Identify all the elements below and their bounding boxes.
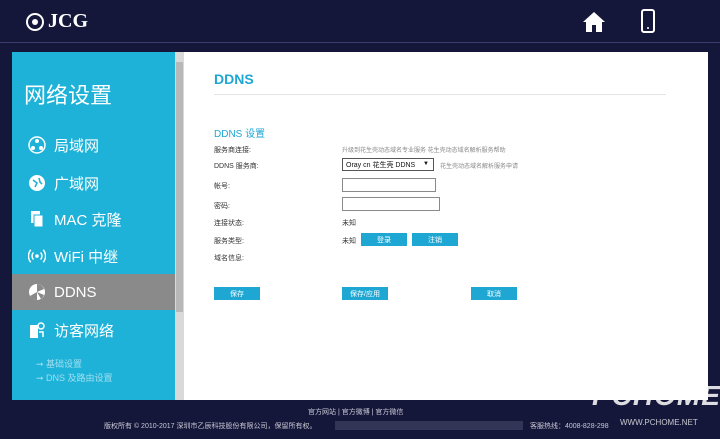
sidebar-item-guest-network[interactable]: 访客网络 — [12, 312, 175, 348]
jcg-logo-icon — [26, 12, 44, 31]
mac-clone-icon — [28, 210, 46, 228]
sidebar-item-label: 广域网 — [54, 175, 100, 193]
sidebar-item-label: 局域网 — [54, 137, 100, 155]
sidebar-subitem[interactable]: ➞ DNS 及路由设置 — [36, 371, 113, 384]
save-button[interactable]: 保存 — [214, 287, 260, 300]
provider-select[interactable]: Oray cn 花生壳 DDNS ▼ — [342, 158, 434, 171]
phone-icon[interactable] — [641, 9, 655, 33]
section-title: DDNS 设置 — [214, 129, 266, 140]
sidebar-scrollbar[interactable] — [175, 52, 184, 400]
dropdown-arrow-icon: ▼ — [423, 161, 429, 167]
title-divider — [214, 94, 666, 95]
home-icon[interactable] — [582, 11, 606, 33]
sidebar-item-label: MAC 克隆 — [54, 211, 122, 229]
guest-network-icon — [28, 321, 46, 339]
service-type-label: 服务类型: — [214, 238, 244, 245]
pchome-watermark: PCHOME — [592, 380, 720, 411]
lan-icon — [28, 136, 46, 154]
sidebar-item-mac-clone[interactable]: MAC 克隆 — [12, 201, 175, 237]
sidebar-item-label: 访客网络 — [54, 322, 115, 340]
cancel-button[interactable]: 取消 — [471, 287, 517, 300]
logout-button[interactable]: 注销 — [412, 233, 458, 246]
sidebar: 网络设置 局域网 广域网 MAC 克隆 WiFi 中继 DDNS 访客网络 ➞ … — [12, 52, 175, 400]
footer-copyright: 版权所有 © 2010-2017 深圳市乙辰科技股份有限公司，保留所有权。 — [104, 423, 317, 430]
provider-link-text[interactable]: 升级到花生壳动态域名专业服务 花生壳动态域名解析服务帮助 — [342, 145, 506, 154]
sidebar-item-lan[interactable]: 局域网 — [12, 127, 175, 163]
service-type-value: 未知 — [342, 238, 356, 245]
ddns-icon — [28, 283, 46, 301]
wan-icon — [28, 174, 46, 192]
pchome-watermark-url: WWW.PCHOME.NET — [620, 418, 698, 427]
status-value: 未知 — [342, 220, 356, 227]
brand-name: JCG — [48, 10, 88, 32]
status-label: 连接状态: — [214, 220, 244, 227]
arrow-right-icon: ➞ — [36, 373, 47, 383]
page-title: DDNS — [214, 71, 254, 87]
sidebar-subitem[interactable]: ➞ 基础设置 — [36, 357, 82, 370]
save-apply-button[interactable]: 保存/应用 — [342, 287, 388, 300]
arrow-right-icon: ➞ — [36, 359, 47, 369]
footer-links[interactable]: 官方网站 | 官方微博 | 官方微信 — [308, 407, 403, 417]
sidebar-item-ddns[interactable]: DDNS — [12, 274, 175, 310]
top-header: JCG — [0, 0, 720, 43]
sidebar-title: 网络设置 — [24, 83, 113, 108]
wifi-relay-icon — [28, 247, 46, 265]
provider-label: DDNS 服务商: — [214, 163, 259, 170]
footer-hotline: 客服热线：4008-828-298 — [530, 423, 609, 430]
sidebar-item-label: DDNS — [54, 283, 97, 301]
jcg-logo[interactable]: JCG — [26, 10, 88, 33]
password-input[interactable] — [342, 197, 440, 211]
sidebar-item-wan[interactable]: 广域网 — [12, 165, 175, 201]
password-label: 密码: — [214, 203, 230, 210]
main-content: DDNS DDNS 设置 服务商连接: 升级到花生壳动态域名专业服务 花生壳动态… — [184, 52, 696, 400]
domain-info-label: 域名信息: — [214, 255, 244, 262]
sidebar-item-label: WiFi 中继 — [54, 248, 119, 266]
login-button[interactable]: 登录 — [361, 233, 407, 246]
provider-link-label: 服务商连接: — [214, 147, 251, 154]
sidebar-item-wifi-relay[interactable]: WiFi 中继 — [12, 238, 175, 274]
footer-redacted — [335, 421, 523, 430]
account-input[interactable] — [342, 178, 436, 192]
provider-signup-link[interactable]: 花生壳动态域名解析服务申请 — [440, 161, 518, 170]
account-label: 帐号: — [214, 183, 230, 190]
scrollbar-thumb[interactable] — [176, 62, 183, 312]
